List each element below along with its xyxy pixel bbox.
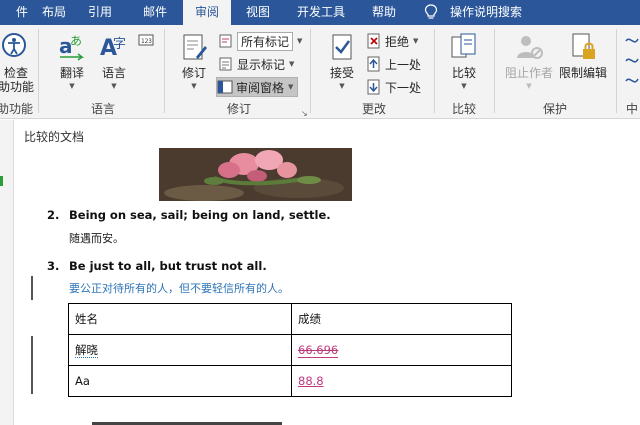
translate-icon: a あ xyxy=(59,34,85,61)
tab-mailings[interactable]: 邮件 xyxy=(133,0,177,25)
chevron-down-icon: ▼ xyxy=(461,82,467,90)
list-item-chinese-inserted: 要公正对待所有的人，但不要轻信所有的人。 xyxy=(69,282,289,295)
lightbulb-icon xyxy=(424,4,438,19)
chevron-down-icon: ▼ xyxy=(413,37,419,45)
tab-layout[interactable]: 布局 xyxy=(32,0,76,25)
table-cell: 88.8 xyxy=(291,365,512,397)
list-item-english: Be just to all, but trust not all. xyxy=(69,259,267,273)
check-accessibility-button[interactable]: 检查 助功能 xyxy=(0,31,36,94)
tab-developer[interactable]: 开发工具 xyxy=(289,0,353,25)
restrict-editing-button[interactable]: 限制编辑 xyxy=(556,31,610,80)
dialog-launcher-icon[interactable]: ↘ xyxy=(301,109,308,118)
language-icon: A 字 xyxy=(100,36,126,61)
list-number: 3. xyxy=(47,259,60,273)
language-button[interactable]: A 字 语言 ▼ xyxy=(94,31,134,90)
table-row: 解晓 66.696 xyxy=(68,334,512,366)
chevron-down-icon: ▼ xyxy=(69,82,75,90)
tab-partial[interactable]: 件 xyxy=(12,0,32,25)
change-bar xyxy=(31,276,33,300)
track-changes-button[interactable]: 修订 ▼ xyxy=(174,31,214,90)
block-authors-button[interactable]: 阻止作者 ▼ xyxy=(502,31,556,90)
table-header-cell: 成绩 xyxy=(291,303,512,335)
group-label-tracking: 修订 xyxy=(226,102,251,116)
next-change-button[interactable]: 下一处 xyxy=(366,77,421,97)
chevron-down-icon: ▼ xyxy=(339,82,345,90)
reviewing-pane-button[interactable]: 审阅窗格 ▼ xyxy=(216,77,299,97)
table-header-cell: 姓名 xyxy=(68,303,292,335)
chevron-down-icon: ▼ xyxy=(288,83,294,91)
left-margin-bar xyxy=(0,120,14,425)
chevron-down-icon: ▼ xyxy=(111,82,117,90)
track-changes-icon xyxy=(183,34,207,60)
tab-review[interactable]: 审阅 xyxy=(183,0,231,25)
document-area[interactable]: 比较的文档 2. Being on sea, sail; being on la… xyxy=(0,120,640,425)
chevron-down-icon: ▼ xyxy=(289,60,295,68)
chevron-down-icon: ▼ xyxy=(191,82,197,90)
svg-text:字: 字 xyxy=(113,37,126,52)
group-divider xyxy=(38,29,39,113)
flower-photo[interactable] xyxy=(159,148,352,201)
show-markup-icon xyxy=(219,57,232,71)
scores-table: 姓名 成绩 解晓 66.696 Aa 88.8 xyxy=(68,303,512,397)
group-label-ink: 中 xyxy=(625,102,638,116)
previous-change-button[interactable]: 上一处 xyxy=(366,54,421,74)
deleted-score: 66.696 xyxy=(298,343,339,358)
svg-text:123: 123 xyxy=(141,38,152,45)
group-divider xyxy=(164,29,165,113)
tell-me-search[interactable]: 操作说明搜索 xyxy=(450,0,522,25)
compare-icon xyxy=(451,33,476,58)
table-row: Aa 88.8 xyxy=(68,365,512,397)
list-item-english: Being on sea, sail; being on land, settl… xyxy=(69,208,331,222)
group-divider xyxy=(616,29,617,113)
group-label-protect: 保护 xyxy=(542,102,567,116)
tab-help[interactable]: 帮助 xyxy=(362,0,406,25)
reviewing-pane-icon xyxy=(217,80,233,94)
list-item-chinese: 随遇而安。 xyxy=(69,232,124,245)
chevron-down-icon: ▼ xyxy=(526,82,532,90)
next-change-icon xyxy=(367,79,380,95)
accept-button[interactable]: 接受 ▼ xyxy=(322,31,362,90)
group-divider xyxy=(494,29,495,113)
change-marker xyxy=(0,176,3,186)
table-cell: 解晓 xyxy=(68,334,292,366)
word-count-icon[interactable]: 123 xyxy=(138,33,154,47)
chevron-down-icon: ▼ xyxy=(297,37,303,45)
translate-button[interactable]: a あ 翻译 ▼ xyxy=(52,31,92,90)
tab-view[interactable]: 视图 xyxy=(236,0,280,25)
ribbon-review: 检查 助功能 助功能 a あ 翻译 ▼ A 字 语言 ▼ 123 语言 修订 ▼… xyxy=(0,25,640,119)
document-title: 比较的文档 xyxy=(24,130,85,144)
group-label-accessibility: 助功能 xyxy=(0,102,33,116)
table-cell: Aa xyxy=(68,365,292,397)
tab-references[interactable]: 引用 xyxy=(78,0,122,25)
name-value: 解晓 xyxy=(75,343,98,358)
inserted-score: 88.8 xyxy=(298,374,324,388)
markup-icon xyxy=(219,34,232,48)
table-row: 姓名 成绩 xyxy=(68,303,512,335)
lock-icon xyxy=(572,33,595,59)
markup-select-dropdown[interactable]: 所有标记 ▼ xyxy=(218,31,302,51)
previous-change-icon xyxy=(367,56,380,72)
group-label-compare: 比较 xyxy=(451,102,476,116)
reject-icon xyxy=(367,33,380,49)
show-markup-button[interactable]: 显示标记 ▼ xyxy=(218,54,294,74)
list-number: 2. xyxy=(47,208,60,222)
group-divider xyxy=(310,29,311,113)
svg-text:あ: あ xyxy=(70,34,82,48)
table-cell: 66.696 xyxy=(291,334,512,366)
change-bar xyxy=(31,336,33,394)
reject-button[interactable]: 拒绝 ▼ xyxy=(366,31,418,51)
block-authors-icon xyxy=(517,36,543,59)
group-label-changes: 更改 xyxy=(361,102,386,116)
ribbon-tab-bar: 件 布局 引用 邮件 审阅 视图 开发工具 帮助 操作说明搜索 xyxy=(0,0,640,25)
compare-button[interactable]: 比较 ▼ xyxy=(444,31,484,90)
group-divider xyxy=(434,29,435,113)
accept-icon xyxy=(332,34,352,60)
accessibility-icon xyxy=(2,33,26,57)
group-label-language: 语言 xyxy=(90,102,115,116)
ink-icon[interactable] xyxy=(624,31,640,95)
